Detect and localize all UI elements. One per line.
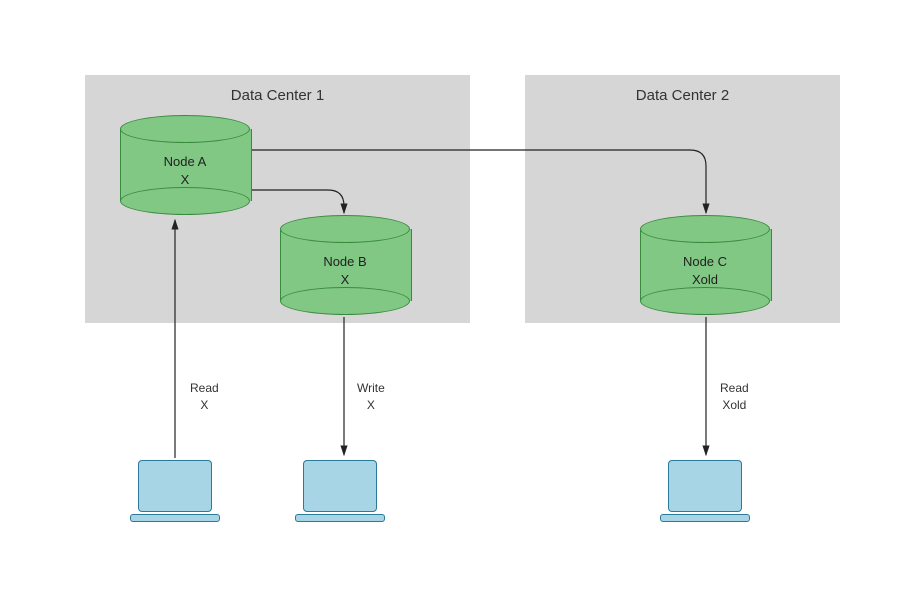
node-b-value: X	[280, 271, 410, 289]
edge-write-b-label: Write X	[357, 380, 385, 414]
edge-read-a-label: Read X	[190, 380, 219, 414]
node-b: Node B X	[280, 215, 410, 315]
diagram-canvas: Data Center 1 Data Center 2 Node A X Nod…	[0, 0, 900, 600]
node-a: Node A X	[120, 115, 250, 215]
node-c: Node C Xold	[640, 215, 770, 315]
client-laptop-1	[130, 460, 220, 525]
client-laptop-3	[660, 460, 750, 525]
datacenter-2-title: Data Center 2	[636, 87, 729, 104]
edge-read-c-label: Read Xold	[720, 380, 749, 414]
datacenter-1-title: Data Center 1	[231, 87, 324, 104]
node-b-name: Node B	[280, 253, 410, 271]
node-c-value: Xold	[640, 271, 770, 289]
node-a-name: Node A	[120, 153, 250, 171]
node-c-name: Node C	[640, 253, 770, 271]
client-laptop-2	[295, 460, 385, 525]
node-a-value: X	[120, 171, 250, 189]
